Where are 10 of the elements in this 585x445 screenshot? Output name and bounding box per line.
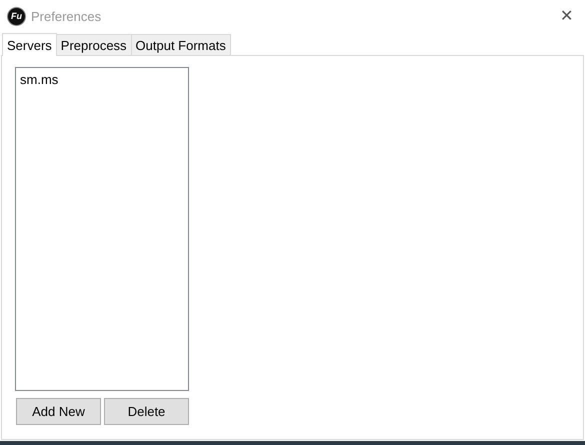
- close-button[interactable]: ✕: [554, 6, 579, 26]
- push-button[interactable]: Add New: [16, 398, 101, 425]
- list-item[interactable]: sm.ms: [19, 72, 185, 87]
- server-list[interactable]: sm.ms: [15, 67, 189, 391]
- tab[interactable]: Preprocess: [56, 34, 132, 55]
- tab[interactable]: Output Formats: [130, 34, 231, 55]
- window-title: Preferences: [31, 8, 102, 24]
- push-button[interactable]: Delete: [104, 398, 189, 425]
- app-logo: Fu: [8, 8, 25, 24]
- tab[interactable]: Servers: [2, 33, 57, 56]
